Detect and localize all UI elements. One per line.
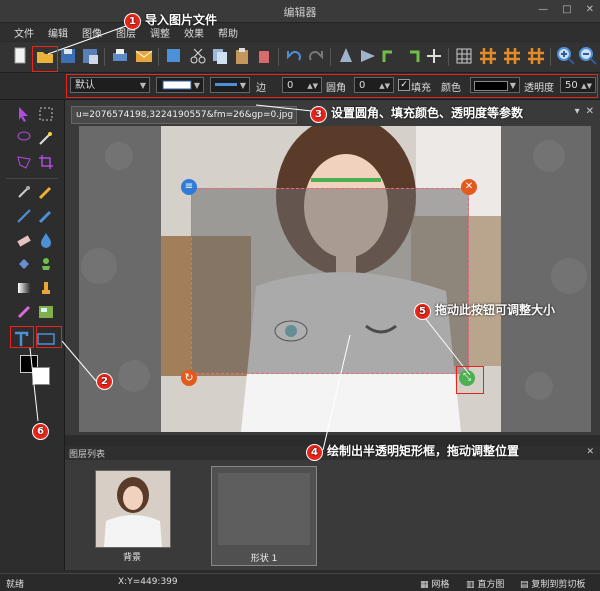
text-tool-highlight xyxy=(10,326,34,348)
annotation-4: 4 绘制出半透明矩形框，拖动调整位置 xyxy=(306,442,519,461)
annotation-5: 5 拖动此按钮可调整大小 xyxy=(414,301,555,320)
propbar-highlight xyxy=(66,74,598,98)
annotation-2: 2 xyxy=(96,373,117,390)
open-button-highlight xyxy=(32,46,58,72)
annotation-3: 3 设置圆角、填充颜色、透明度等参数 xyxy=(310,104,523,123)
annotation-1: 1 导入图片文件 xyxy=(124,11,217,30)
rect-tool-highlight xyxy=(36,326,62,348)
resize-handle-highlight xyxy=(456,366,484,394)
annotation-6: 6 xyxy=(32,423,53,440)
